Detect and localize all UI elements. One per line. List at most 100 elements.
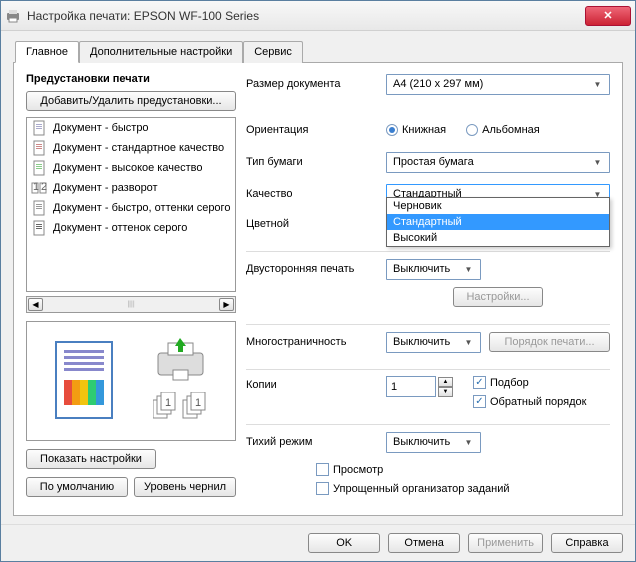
- print-order-button[interactable]: Порядок печати...: [489, 332, 610, 352]
- radio-icon: [466, 124, 478, 136]
- checkbox-icon: [316, 463, 329, 476]
- preset-label: Документ - быстро: [53, 122, 149, 134]
- ok-button[interactable]: OK: [308, 533, 380, 553]
- quality-option-high[interactable]: Высокий: [387, 230, 609, 246]
- checkbox-label: Просмотр: [333, 464, 383, 476]
- preset-item[interactable]: Документ - оттенок серого: [27, 218, 235, 238]
- svg-text:2: 2: [41, 181, 47, 193]
- preset-scrollbar[interactable]: ◀ |||| ▶: [26, 296, 236, 313]
- select-value: Выключить: [393, 436, 450, 448]
- content: Главное Дополнительные настройки Сервис …: [1, 31, 635, 524]
- preset-item[interactable]: 12 Документ - разворот: [27, 178, 235, 198]
- checkbox-icon: ✓: [473, 395, 486, 408]
- preview-checkbox[interactable]: Просмотр: [316, 463, 610, 476]
- doc-icon: [31, 160, 47, 176]
- copies-label: Копии: [246, 376, 386, 391]
- tab-main[interactable]: Главное: [15, 41, 79, 63]
- quality-option-draft[interactable]: Черновик: [387, 198, 609, 214]
- chevron-down-icon: ▼: [461, 262, 476, 277]
- checkbox-label: Упрощенный организатор заданий: [333, 483, 510, 495]
- checkbox-label: Подбор: [490, 377, 529, 389]
- quiet-mode-label: Тихий режим: [246, 436, 386, 448]
- paper-type-label: Тип бумаги: [246, 156, 386, 168]
- copies-up-button[interactable]: ▲: [438, 377, 453, 387]
- quiet-mode-select[interactable]: Выключить ▼: [386, 432, 481, 453]
- quality-option-standard[interactable]: Стандартный: [387, 214, 609, 230]
- doc-gray-icon: [31, 200, 47, 216]
- scroll-track[interactable]: ||||: [43, 301, 219, 308]
- window-title: Настройка печати: EPSON WF-100 Series: [27, 9, 585, 23]
- tab-advanced[interactable]: Дополнительные настройки: [79, 41, 243, 63]
- svg-text:1: 1: [33, 181, 39, 193]
- multipage-select[interactable]: Выключить ▼: [386, 332, 481, 353]
- select-value: Выключить: [393, 263, 450, 275]
- doc-size-label: Размер документа: [246, 78, 386, 90]
- preset-label: Документ - стандартное качество: [53, 142, 224, 154]
- footer: OK Отмена Применить Справка: [1, 524, 635, 561]
- print-settings-window: Настройка печати: EPSON WF-100 Series ✕ …: [0, 0, 636, 562]
- input-value: 1: [391, 381, 397, 393]
- doc-gray-icon: [31, 220, 47, 236]
- paper-type-select[interactable]: Простая бумага ▼: [386, 152, 610, 173]
- preset-item[interactable]: Документ - быстро: [27, 118, 235, 138]
- scroll-right-icon[interactable]: ▶: [219, 298, 234, 311]
- scroll-left-icon[interactable]: ◀: [28, 298, 43, 311]
- checkbox-icon: ✓: [473, 376, 486, 389]
- orientation-label: Ориентация: [246, 124, 386, 136]
- select-value: Выключить: [393, 336, 450, 348]
- tab-service[interactable]: Сервис: [243, 41, 303, 63]
- close-icon: ✕: [603, 9, 612, 22]
- orientation-landscape-radio[interactable]: Альбомная: [466, 124, 540, 136]
- collate-preview-icon: 321321: [153, 392, 208, 425]
- select-value: Простая бумага: [393, 156, 474, 168]
- preset-label: Документ - разворот: [53, 182, 158, 194]
- checkbox-label: Обратный порядок: [490, 396, 586, 408]
- color-label: Цветной: [246, 218, 386, 230]
- preset-item[interactable]: Документ - быстро, оттенки серого: [27, 198, 235, 218]
- checkbox-icon: [316, 482, 329, 495]
- select-value: A4 (210 x 297 мм): [393, 78, 483, 90]
- ink-levels-button[interactable]: Уровень чернил: [134, 477, 236, 497]
- main-panel: Предустановки печати Добавить/Удалить пр…: [13, 63, 623, 516]
- page-preview-icon: [54, 340, 114, 423]
- show-settings-button[interactable]: Показать настройки: [26, 449, 156, 469]
- tab-bar: Главное Дополнительные настройки Сервис: [13, 41, 623, 63]
- duplex-select[interactable]: Выключить ▼: [386, 259, 481, 280]
- job-organizer-checkbox[interactable]: Упрощенный организатор заданий: [316, 482, 610, 495]
- radio-icon: [386, 124, 398, 136]
- doc-icon: [31, 120, 47, 136]
- printer-preview-icon: [153, 338, 208, 386]
- duplex-settings-button[interactable]: Настройки...: [453, 287, 543, 307]
- multipage-label: Многостраничность: [246, 336, 386, 348]
- layout-icon: 12: [31, 180, 47, 196]
- reverse-order-checkbox[interactable]: ✓ Обратный порядок: [473, 395, 586, 408]
- copies-down-button[interactable]: ▼: [438, 387, 453, 397]
- preview-area: 321321: [26, 321, 236, 441]
- preset-item[interactable]: Документ - высокое качество: [27, 158, 235, 178]
- doc-size-select[interactable]: A4 (210 x 297 мм) ▼: [386, 74, 610, 95]
- preset-label: Документ - оттенок серого: [53, 222, 187, 234]
- add-remove-presets-button[interactable]: Добавить/Удалить предустановки...: [26, 91, 236, 111]
- chevron-down-icon: ▼: [461, 335, 476, 350]
- svg-text:1: 1: [165, 397, 171, 409]
- apply-button[interactable]: Применить: [468, 533, 543, 553]
- chevron-down-icon: ▼: [461, 435, 476, 450]
- preset-list[interactable]: Документ - быстро Документ - стандартное…: [26, 117, 236, 292]
- radio-label: Альбомная: [482, 124, 540, 136]
- presets-title: Предустановки печати: [26, 73, 236, 85]
- orientation-portrait-radio[interactable]: Книжная: [386, 124, 446, 136]
- cancel-button[interactable]: Отмена: [388, 533, 460, 553]
- quality-dropdown: Черновик Стандартный Высокий: [386, 197, 610, 247]
- right-column: Размер документа A4 (210 x 297 мм) ▼ Ори…: [246, 73, 610, 505]
- close-button[interactable]: ✕: [585, 6, 631, 26]
- duplex-label: Двусторонняя печать: [246, 263, 386, 275]
- printer-icon: [5, 8, 21, 24]
- preset-label: Документ - высокое качество: [53, 162, 202, 174]
- doc-icon: [31, 140, 47, 156]
- collate-checkbox[interactable]: ✓ Подбор: [473, 376, 586, 389]
- help-button[interactable]: Справка: [551, 533, 623, 553]
- preset-item[interactable]: Документ - стандартное качество: [27, 138, 235, 158]
- radio-label: Книжная: [402, 124, 446, 136]
- copies-input[interactable]: 1: [386, 376, 436, 397]
- defaults-button[interactable]: По умолчанию: [26, 477, 128, 497]
